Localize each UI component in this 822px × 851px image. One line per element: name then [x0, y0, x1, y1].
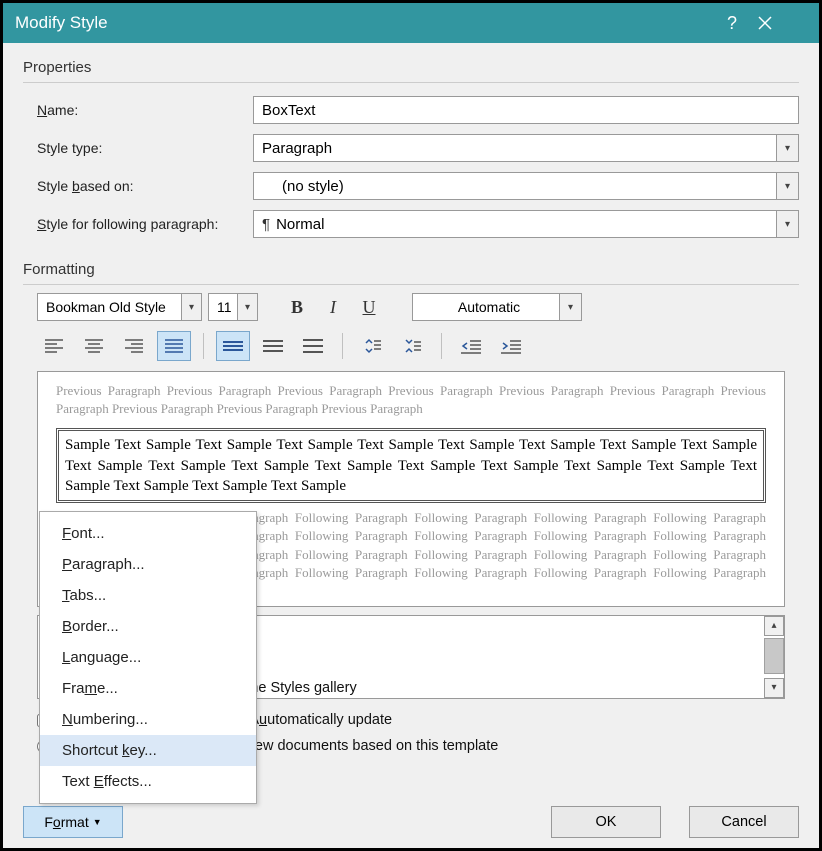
align-left-button[interactable]: [37, 331, 71, 361]
chevron-down-icon[interactable]: ▾: [559, 294, 581, 320]
font-dropdown[interactable]: Bookman Old Style ▾: [37, 293, 202, 321]
following-dropdown[interactable]: ¶Normal ▾: [253, 210, 799, 238]
autoupdate-label: Auutomatically update: [249, 712, 392, 728]
ok-button[interactable]: OK: [551, 806, 661, 838]
space-before-decrease-button[interactable]: [395, 331, 429, 361]
divider: [23, 82, 799, 83]
bold-button[interactable]: B: [282, 293, 312, 321]
preview-previous-text: Previous Paragraph Previous Paragraph Pr…: [56, 382, 766, 418]
menu-language[interactable]: Language...: [40, 642, 256, 673]
spacing-2-button[interactable]: [296, 331, 330, 361]
name-label: Name:: [23, 102, 253, 118]
caret-down-icon: ▼: [93, 817, 102, 827]
menu-numbering[interactable]: Numbering...: [40, 704, 256, 735]
new-docs-label: New documents based on this template: [244, 738, 498, 754]
decrease-indent-button[interactable]: [454, 331, 488, 361]
separator: [342, 333, 343, 359]
menu-text-effects[interactable]: Text Effects...: [40, 766, 256, 797]
fontcolor-dropdown[interactable]: Automatic ▾: [412, 293, 582, 321]
menu-border[interactable]: Border...: [40, 611, 256, 642]
fontsize-dropdown[interactable]: 11 ▾: [208, 293, 258, 321]
basedon-dropdown[interactable]: (no style) ▾: [253, 172, 799, 200]
align-center-button[interactable]: [77, 331, 111, 361]
formatting-heading: Formatting: [23, 261, 799, 278]
italic-button[interactable]: I: [318, 293, 348, 321]
cancel-button[interactable]: Cancel: [689, 806, 799, 838]
window-title: Modify Style: [15, 13, 707, 33]
pilcrow-icon: ¶: [262, 216, 270, 233]
format-menu: Font... Paragraph... Tabs... Border... L…: [39, 511, 257, 804]
chevron-down-icon[interactable]: ▾: [776, 173, 798, 199]
spacing-1-button[interactable]: [216, 331, 250, 361]
help-button[interactable]: ?: [707, 13, 757, 34]
scroll-down-button[interactable]: ▾: [764, 678, 784, 698]
preview-sample-text: Sample Text Sample Text Sample Text Samp…: [56, 428, 766, 503]
styletype-dropdown[interactable]: Paragraph ▾: [253, 134, 799, 162]
spacing-1.5-button[interactable]: [256, 331, 290, 361]
close-button[interactable]: [757, 15, 807, 31]
align-right-button[interactable]: [117, 331, 151, 361]
menu-paragraph[interactable]: Paragraph...: [40, 549, 256, 580]
menu-shortcut-key[interactable]: Shortcut key...: [40, 735, 256, 766]
basedon-label: Style based on:: [23, 178, 253, 194]
space-before-increase-button[interactable]: [355, 331, 389, 361]
divider: [23, 284, 799, 285]
menu-tabs[interactable]: Tabs...: [40, 580, 256, 611]
styletype-label: Style type:: [23, 140, 253, 156]
format-button[interactable]: Format▼: [23, 806, 123, 838]
menu-frame[interactable]: Frame...: [40, 673, 256, 704]
modify-style-dialog: Modify Style ? Properties Name: BoxText …: [0, 0, 822, 851]
chevron-down-icon[interactable]: ▾: [776, 211, 798, 237]
chevron-down-icon[interactable]: ▾: [181, 294, 201, 320]
align-justify-button[interactable]: [157, 331, 191, 361]
increase-indent-button[interactable]: [494, 331, 528, 361]
chevron-down-icon[interactable]: ▾: [237, 294, 257, 320]
separator: [203, 333, 204, 359]
titlebar: Modify Style ?: [3, 3, 819, 43]
underline-button[interactable]: U: [354, 293, 384, 321]
scroll-thumb[interactable]: [764, 638, 784, 674]
menu-font[interactable]: Font...: [40, 518, 256, 549]
scroll-up-button[interactable]: ▴: [764, 616, 784, 636]
chevron-down-icon[interactable]: ▾: [776, 135, 798, 161]
name-input[interactable]: BoxText: [253, 96, 799, 124]
following-label: Style for following paragraph:: [23, 216, 253, 232]
properties-heading: Properties: [23, 59, 799, 76]
separator: [441, 333, 442, 359]
